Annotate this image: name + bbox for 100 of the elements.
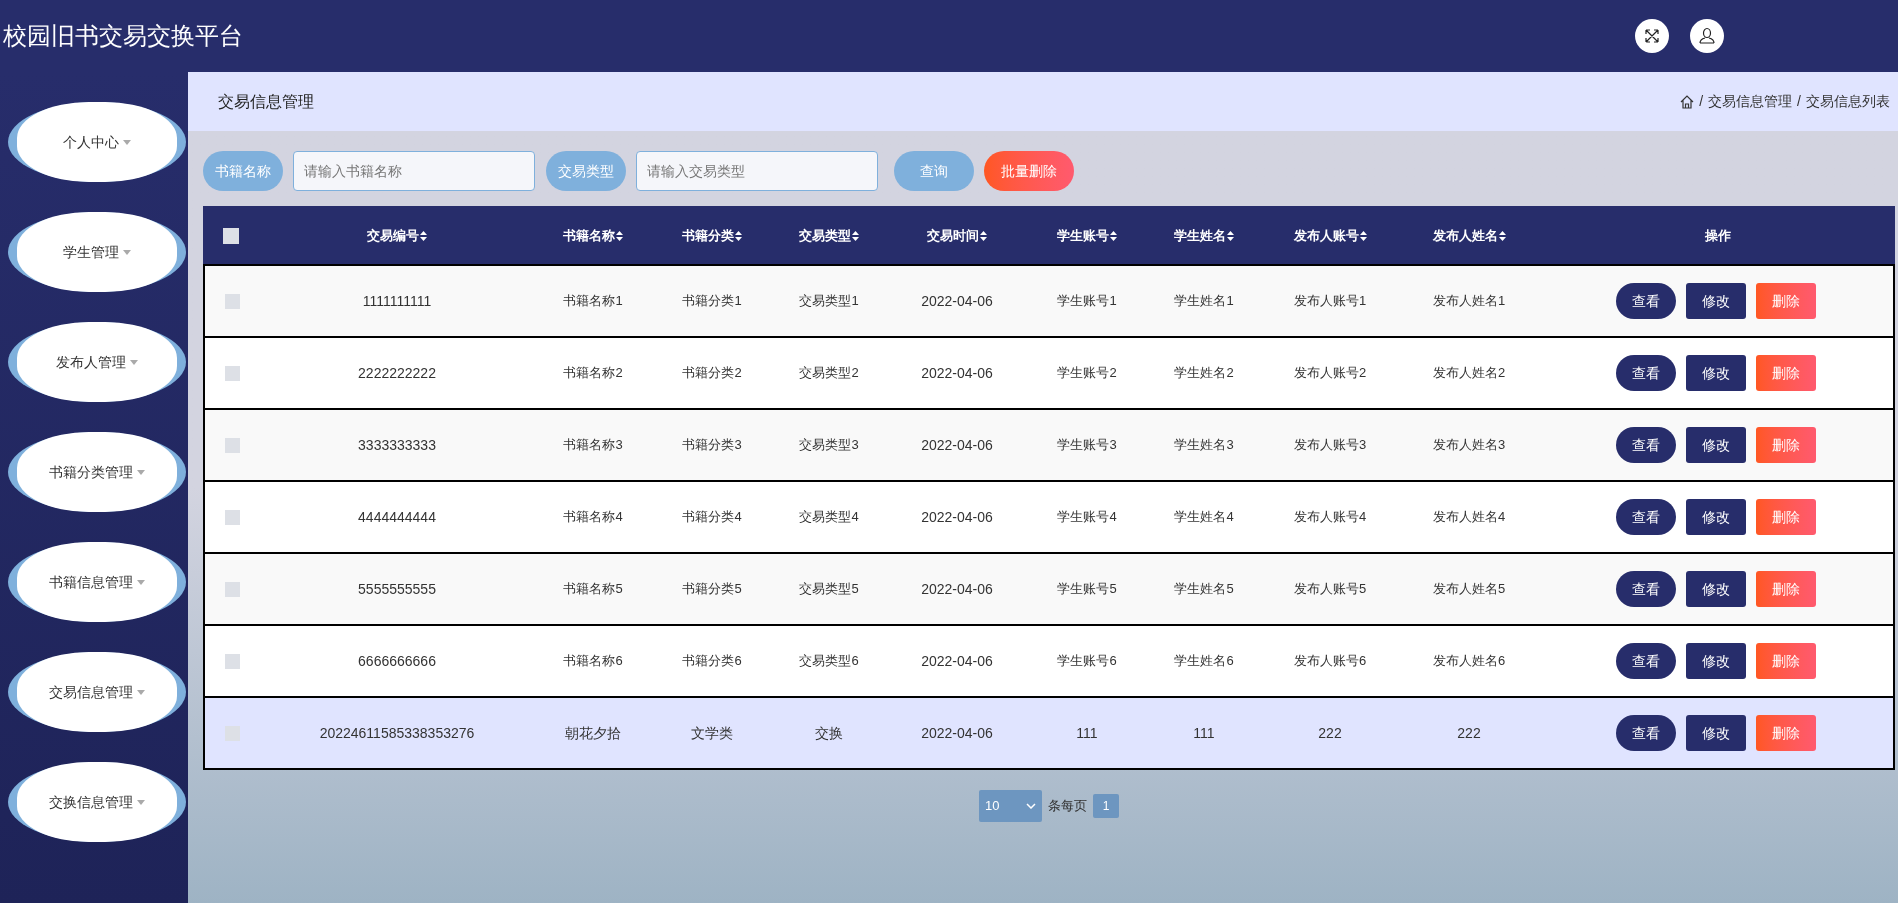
table-row[interactable]: 3333333333 书籍名称3 书籍分类3 交易类型3 2022-04-06 学生账号3 学生姓名3 发布人账号3 发布人姓名3 查看 修改 删除 <box>203 408 1895 482</box>
row-action-button[interactable]: 查看 <box>1616 715 1676 751</box>
table-cell-text: 发布人账号6 <box>1293 652 1367 671</box>
table-cell-text: 学生账号1 <box>1057 292 1117 311</box>
column-header[interactable]: 学生姓名 <box>1174 226 1234 246</box>
table-cell-text: 2022-04-06 <box>921 723 993 743</box>
row-action-button[interactable]: 修改 <box>1686 427 1746 463</box>
row-action-button[interactable]: 查看 <box>1616 571 1676 607</box>
row-checkbox[interactable] <box>224 293 240 309</box>
table-cell-text: 发布人姓名4 <box>1432 508 1506 527</box>
table-cell-text: 2022-04-06 <box>921 363 993 383</box>
table-cell-text: 2022-04-06 <box>921 291 993 311</box>
breadcrumb-separator: / <box>1797 92 1801 111</box>
sidebar-menu-item[interactable]: 书籍分类管理 <box>8 432 186 512</box>
chevron-down-icon <box>1026 803 1036 809</box>
table-cell-text: 书籍名称5 <box>563 580 623 599</box>
breadcrumb-link[interactable]: 交易信息列表 <box>1806 91 1890 112</box>
table-cell-text: 交易类型3 <box>799 436 859 455</box>
sidebar-menu-item[interactable]: 学生管理 <box>8 212 186 292</box>
page-title: 交易信息管理 <box>218 91 314 112</box>
column-header[interactable]: 书籍分类 <box>682 226 742 246</box>
table-cell-text: 1111111111 <box>362 291 432 311</box>
caret-icon <box>123 249 131 255</box>
table-cell-text: 书籍分类6 <box>682 652 742 671</box>
table-cell-text: 学生账号3 <box>1057 436 1117 455</box>
column-header[interactable]: 交易类型 <box>799 226 859 246</box>
column-header[interactable]: 书籍名称 <box>563 226 623 246</box>
row-action-button[interactable]: 查看 <box>1616 283 1676 319</box>
table-cell-text: 书籍分类4 <box>682 508 742 527</box>
table-cell-text: 书籍分类1 <box>682 292 742 311</box>
row-action-button[interactable]: 修改 <box>1686 643 1746 679</box>
row-action-button[interactable]: 查看 <box>1616 355 1676 391</box>
row-checkbox[interactable] <box>224 725 240 741</box>
table-cell-text: 发布人姓名3 <box>1432 436 1506 455</box>
column-header[interactable]: 交易时间 <box>927 226 987 246</box>
table-row[interactable]: 4444444444 书籍名称4 书籍分类4 交易类型4 2022-04-06 学生账号4 学生姓名4 发布人账号4 发布人姓名4 查看 修改 删除 <box>203 480 1895 554</box>
table-cell-text: 2022-04-06 <box>921 579 993 599</box>
column-header[interactable]: 发布人姓名 <box>1432 226 1506 246</box>
sort-icon <box>852 231 859 241</box>
table-cell-text: 2022-04-06 <box>921 651 993 671</box>
row-checkbox[interactable] <box>224 437 240 453</box>
caret-icon <box>123 139 131 145</box>
row-action-button[interactable]: 查看 <box>1616 643 1676 679</box>
row-action-button[interactable]: 查看 <box>1616 499 1676 535</box>
search-field[interactable]: 请输入交易类型 <box>636 151 878 191</box>
table-cell-text: 书籍分类5 <box>682 580 742 599</box>
table-cell-text: 6666666666 <box>358 651 436 671</box>
breadcrumb-link[interactable]: 交易信息管理 <box>1708 91 1793 112</box>
sort-icon <box>1359 231 1367 241</box>
table-cell-text: 学生账号4 <box>1057 508 1117 527</box>
table-cell-text: 交易类型2 <box>799 364 859 383</box>
table-cell-text: 222 <box>1318 723 1342 743</box>
row-action-button[interactable]: 修改 <box>1686 499 1746 535</box>
row-action-button[interactable]: 修改 <box>1686 571 1746 607</box>
row-checkbox[interactable] <box>224 581 240 597</box>
table-cell-text: 学生姓名3 <box>1174 436 1234 455</box>
breadcrumb-separator: / <box>1699 92 1704 111</box>
table-cell-text: 书籍名称6 <box>563 652 623 671</box>
row-action-button[interactable]: 修改 <box>1686 283 1746 319</box>
table-cell-text: 发布人姓名5 <box>1432 580 1506 599</box>
sidebar-menu-item[interactable]: 个人中心 <box>8 102 186 182</box>
table-cell-text: 学生账号6 <box>1057 652 1117 671</box>
row-action-button[interactable]: 查看 <box>1616 427 1676 463</box>
table-row[interactable]: 5555555555 书籍名称5 书籍分类5 交易类型5 2022-04-06 学生账号5 学生姓名5 发布人账号5 发布人姓名5 查看 修改 删除 <box>203 552 1895 626</box>
column-header[interactable]: 发布人账号 <box>1293 226 1367 246</box>
row-action-button[interactable]: 修改 <box>1686 715 1746 751</box>
table-row[interactable]: 1111111111 书籍名称1 书籍分类1 交易类型1 2022-04-06 学生账号1 学生姓名1 发布人账号1 发布人姓名1 查看 修改 删除 <box>203 264 1895 338</box>
table-cell-text: 学生姓名6 <box>1174 652 1234 671</box>
table-row[interactable]: 6666666666 书籍名称6 书籍分类6 交易类型6 2022-04-06 学生账号6 学生姓名6 发布人账号6 发布人姓名6 查看 修改 删除 <box>203 624 1895 698</box>
table-cell-text: 书籍名称2 <box>563 364 623 383</box>
table-cell-text: 发布人姓名1 <box>1432 292 1506 311</box>
fullscreen-button[interactable] <box>1635 19 1669 53</box>
table-cell-text: 文学类 <box>691 723 733 743</box>
row-checkbox[interactable] <box>224 365 240 381</box>
row-action-button[interactable]: 修改 <box>1686 355 1746 391</box>
sidebar-menu-item[interactable]: 交易信息管理 <box>8 652 186 732</box>
app-title: 校园旧书交易交换平台 <box>3 21 243 51</box>
sidebar-menu-item[interactable]: 发布人管理 <box>8 322 186 402</box>
home-icon[interactable] <box>1680 94 1695 109</box>
select-all-checkbox[interactable] <box>223 228 239 244</box>
column-header[interactable]: 学生账号 <box>1057 226 1117 246</box>
table-cell-text: 书籍名称4 <box>563 508 623 527</box>
caret-icon <box>137 689 145 695</box>
table-cell-text: 20224611585338353276 <box>319 723 475 743</box>
sidebar-menu-item[interactable]: 书籍信息管理 <box>8 542 186 622</box>
field-label: 书籍名称 <box>203 151 283 191</box>
caret-icon <box>130 359 138 365</box>
table-row[interactable]: 20224611585338353276 朝花夕拾 文学类 交换 2022-04-06 111 111 222 222 查看 修改 删除 <box>203 696 1895 770</box>
row-checkbox[interactable] <box>224 509 240 525</box>
row-checkbox[interactable] <box>224 653 240 669</box>
caret-icon <box>137 799 145 805</box>
table-row[interactable]: 2222222222 书籍名称2 书籍分类2 交易类型2 2022-04-06 学生账号2 学生姓名2 发布人账号2 发布人姓名2 查看 修改 删除 <box>203 336 1895 410</box>
user-button[interactable] <box>1690 19 1724 53</box>
table-cell-text: 发布人姓名2 <box>1432 364 1506 383</box>
search-field[interactable]: 请输入书籍名称 <box>293 151 535 191</box>
sidebar-menu-item[interactable]: 交换信息管理 <box>8 762 186 842</box>
sort-icon <box>616 231 623 241</box>
column-header[interactable]: 交易编号 <box>367 226 427 246</box>
sort-icon <box>420 231 427 241</box>
column-header: 操作 <box>1705 227 1731 246</box>
